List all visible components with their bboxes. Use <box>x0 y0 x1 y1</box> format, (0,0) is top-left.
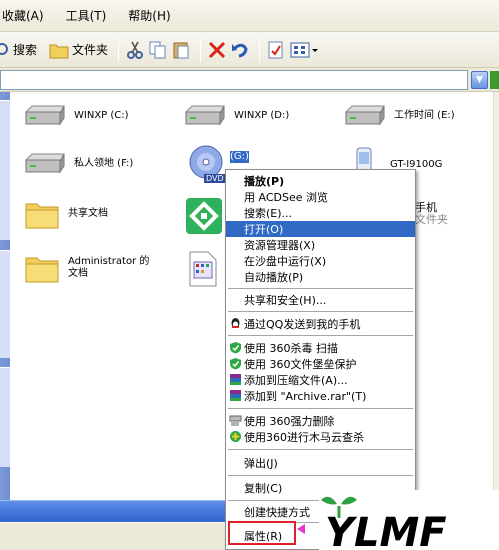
properties-highlight-box <box>228 521 296 545</box>
menu-item-eject[interactable]: 弹出(J) <box>226 455 415 471</box>
menu-item-360-scan[interactable]: 使用 360杀毒 扫描 <box>226 340 415 356</box>
folder-label: 共享文档 <box>68 208 108 219</box>
chevron-down-icon[interactable]: ▼ <box>471 71 488 89</box>
menu-item-360-protect[interactable]: 使用 360文件堡垒保护 <box>226 356 415 372</box>
archive-icon <box>229 389 242 402</box>
app-shortcut[interactable] <box>184 196 224 239</box>
drive-f[interactable]: 私人领地 (F:) <box>22 152 133 176</box>
menu-separator <box>228 288 413 289</box>
hard-drive-icon <box>342 104 386 128</box>
go-arrow-icon[interactable] <box>490 71 499 89</box>
drive-label: WINXP (D:) <box>234 110 290 121</box>
document-file[interactable] <box>188 250 218 291</box>
folder-icon <box>49 40 69 60</box>
task-pane-section <box>0 250 10 358</box>
menu-item-play[interactable]: 播放(P) <box>226 173 415 189</box>
search-icon <box>0 40 10 60</box>
menu-item-label: 添加到 "Archive.rar"(T) <box>244 390 367 403</box>
folder-icon <box>24 198 60 230</box>
hard-drive-icon <box>22 152 66 176</box>
menu-item-autoplay[interactable]: 自动播放(P) <box>226 269 415 285</box>
undo-icon[interactable] <box>230 40 250 60</box>
menu-separator <box>228 408 413 409</box>
drive-label: WINXP (C:) <box>74 110 129 121</box>
shredder-icon <box>229 414 242 427</box>
menu-item-360-delete[interactable]: 使用 360强力删除 <box>226 413 415 429</box>
dvd-drive-icon: DVD <box>186 144 226 188</box>
folder-shared-docs[interactable]: 共享文档 <box>24 198 108 230</box>
menu-item-search[interactable]: 搜索(E)... <box>226 205 415 221</box>
toolbar: 搜索 文件夹 <box>0 32 499 68</box>
menu-separator <box>228 335 413 336</box>
menu-tools[interactable]: 工具(T) <box>66 7 107 24</box>
folders-button[interactable]: 文件夹 <box>45 36 112 64</box>
plus-shield-icon <box>229 430 242 443</box>
properties-icon[interactable] <box>266 40 286 60</box>
task-pane <box>0 92 10 500</box>
drive-label: 工作时间 (E:) <box>394 110 455 121</box>
drive-d[interactable]: WINXP (D:) <box>182 104 289 128</box>
dvd-badge: DVD <box>204 174 226 183</box>
menu-item-label: 使用 360杀毒 扫描 <box>244 342 338 355</box>
ylmf-logo: YLMF <box>319 490 499 550</box>
folder-admin-docs[interactable]: Administrator 的文档 <box>24 252 158 284</box>
toolbar-separator <box>118 37 120 62</box>
menu-item-qq-send[interactable]: 通过QQ发送到我的手机 <box>226 316 415 332</box>
archive-icon <box>229 373 242 386</box>
menu-separator <box>228 449 413 450</box>
folder-type: 文件夹 <box>415 214 448 226</box>
menu-item-acdsee[interactable]: 用 ACDSee 浏览 <box>226 189 415 205</box>
folders-button-label: 文件夹 <box>72 43 109 57</box>
vertical-scrollbar[interactable] <box>493 92 499 500</box>
menu-item-add-archive[interactable]: 添加到压缩文件(A)... <box>226 372 415 388</box>
menu-help[interactable]: 帮助(H) <box>128 7 170 24</box>
document-icon <box>188 250 218 291</box>
menu-item-360-trojan[interactable]: 使用360进行木马云查杀 <box>226 429 415 445</box>
folder-label: Administrator 的文档 <box>68 256 150 279</box>
menu-item-add-archive-rar[interactable]: 添加到 "Archive.rar"(T) <box>226 388 415 404</box>
menu-separator <box>228 311 413 312</box>
menu-favorites[interactable]: 收藏(A) <box>2 7 44 24</box>
drive-label: 私人领地 (F:) <box>74 158 134 169</box>
menu-item-explorer[interactable]: 资源管理器(X) <box>226 237 415 253</box>
menu-bar: 收藏(A) 工具(T) 帮助(H) <box>0 0 499 32</box>
app-icon <box>184 196 224 239</box>
drive-e[interactable]: 工作时间 (E:) <box>342 104 455 128</box>
delete-icon[interactable] <box>207 40 227 60</box>
address-bar: ▼ <box>0 68 499 92</box>
menu-item-label: 使用 360强力删除 <box>244 415 335 428</box>
menu-item-label: 使用 360文件堡垒保护 <box>244 358 357 371</box>
drive-c[interactable]: WINXP (C:) <box>22 104 129 128</box>
menu-item-label: 使用360进行木马云查杀 <box>244 431 364 444</box>
cut-icon[interactable] <box>125 40 145 60</box>
task-pane-section <box>0 367 10 467</box>
menu-item-open[interactable]: 打开(O) <box>226 221 415 237</box>
qq-icon <box>229 317 242 330</box>
search-button[interactable]: 搜索 <box>0 36 41 64</box>
folder-icon <box>24 252 60 284</box>
shield-icon <box>229 357 242 370</box>
pointer-arrow-icon <box>297 524 305 534</box>
menu-separator <box>228 475 413 476</box>
search-button-label: 搜索 <box>13 43 38 57</box>
hard-drive-icon <box>22 104 66 128</box>
svg-text:YLMF: YLMF <box>325 510 447 550</box>
folder-type-label: 文件夹 <box>415 213 448 226</box>
menu-item-label: 添加到压缩文件(A)... <box>244 374 348 387</box>
address-input[interactable] <box>0 70 468 90</box>
menu-item-label: 通过QQ发送到我的手机 <box>244 318 361 331</box>
hard-drive-icon <box>182 104 226 128</box>
toolbar-separator <box>200 37 202 62</box>
shield-icon <box>229 341 242 354</box>
copy-icon[interactable] <box>148 40 168 60</box>
toolbar-separator <box>259 37 261 62</box>
paste-icon[interactable] <box>171 40 191 60</box>
task-pane-section <box>0 100 10 240</box>
menu-item-sandbox[interactable]: 在沙盘中运行(X) <box>226 253 415 269</box>
menu-item-sharing[interactable]: 共享和安全(H)... <box>226 292 415 308</box>
drive-label: (G:) <box>230 151 249 163</box>
ylmf-logo-graphic: YLMF <box>321 496 447 550</box>
views-icon[interactable] <box>289 40 319 60</box>
